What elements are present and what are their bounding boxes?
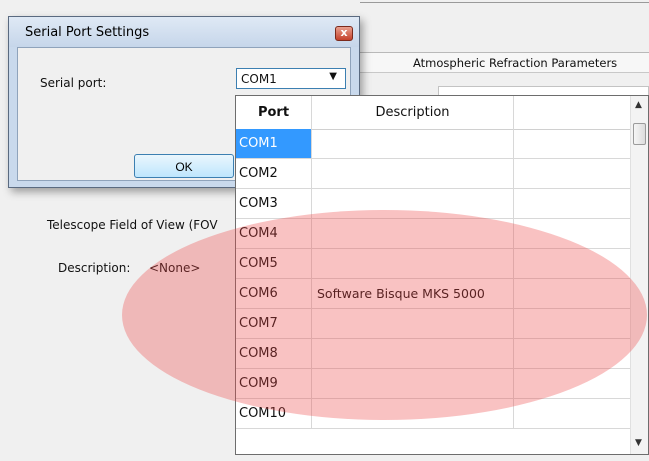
column-header-empty bbox=[514, 96, 630, 129]
column-header-port[interactable]: Port bbox=[236, 96, 312, 129]
port-cell: COM7 bbox=[236, 309, 312, 338]
empty-cell bbox=[514, 129, 630, 158]
list-item[interactable]: COM2 bbox=[236, 159, 630, 189]
port-cell: COM6 bbox=[236, 279, 312, 308]
port-cell: COM9 bbox=[236, 369, 312, 398]
description-cell: Software Bisque MKS 5000 bbox=[312, 279, 514, 308]
tab-label: Atmospheric Refraction Parameters bbox=[413, 56, 618, 70]
port-dropdown-list[interactable]: Port Description COM1 COM2 COM3 COM4 COM… bbox=[235, 95, 649, 455]
tab-panel-border bbox=[336, 72, 649, 73]
description-cell bbox=[312, 129, 514, 158]
port-cell: COM2 bbox=[236, 159, 312, 188]
list-item[interactable]: COM8 bbox=[236, 339, 630, 369]
empty-cell bbox=[514, 189, 630, 218]
scroll-up-icon[interactable]: ▲ bbox=[635, 100, 642, 110]
list-item[interactable]: COM4 bbox=[236, 219, 630, 249]
port-cell: COM1 bbox=[236, 129, 312, 158]
tab-atmospheric-refraction[interactable]: Atmospheric Refraction Parameters bbox=[336, 52, 649, 72]
close-icon: x bbox=[340, 26, 348, 39]
description-value: <None> bbox=[149, 261, 201, 275]
description-cell bbox=[312, 219, 514, 248]
description-cell bbox=[312, 249, 514, 278]
empty-cell bbox=[514, 339, 630, 368]
list-item[interactable]: COM10 bbox=[236, 399, 630, 429]
empty-cell bbox=[514, 249, 630, 278]
description-cell bbox=[312, 399, 514, 428]
fov-label: Telescope Field of View (FOV bbox=[47, 218, 218, 232]
list-item[interactable]: COM9 bbox=[236, 369, 630, 399]
list-item[interactable]: COM3 bbox=[236, 189, 630, 219]
list-rows: COM1 COM2 COM3 COM4 COM5 COM6 Software B… bbox=[236, 129, 630, 429]
empty-cell bbox=[514, 369, 630, 398]
empty-cell bbox=[514, 279, 630, 308]
close-button[interactable]: x bbox=[335, 26, 353, 41]
chevron-down-icon[interactable]: ▼ bbox=[329, 71, 337, 82]
port-cell: COM10 bbox=[236, 399, 312, 428]
ok-button[interactable]: OK bbox=[134, 154, 234, 178]
list-header: Port Description bbox=[236, 96, 630, 130]
column-header-description[interactable]: Description bbox=[312, 96, 514, 129]
description-cell bbox=[312, 309, 514, 338]
serial-port-label: Serial port: bbox=[40, 76, 107, 90]
empty-cell bbox=[514, 159, 630, 188]
scroll-thumb[interactable] bbox=[633, 123, 646, 145]
dialog-titlebar[interactable]: Serial Port Settings x bbox=[9, 17, 359, 47]
list-item[interactable]: COM5 bbox=[236, 249, 630, 279]
port-cell: COM5 bbox=[236, 249, 312, 278]
list-item[interactable]: COM6 Software Bisque MKS 5000 bbox=[236, 279, 630, 309]
description-cell bbox=[312, 189, 514, 218]
serial-port-combo[interactable]: COM1 ▼ bbox=[236, 68, 346, 89]
list-item[interactable]: COM7 bbox=[236, 309, 630, 339]
scroll-down-icon[interactable]: ▼ bbox=[635, 438, 642, 448]
description-cell bbox=[312, 159, 514, 188]
window-edge bbox=[360, 2, 649, 3]
port-cell: COM8 bbox=[236, 339, 312, 368]
description-cell bbox=[312, 369, 514, 398]
port-cell: COM3 bbox=[236, 189, 312, 218]
empty-cell bbox=[514, 399, 630, 428]
combo-value: COM1 bbox=[241, 72, 277, 86]
dialog-title: Serial Port Settings bbox=[25, 25, 150, 40]
port-cell: COM4 bbox=[236, 219, 312, 248]
description-cell bbox=[312, 339, 514, 368]
empty-cell bbox=[514, 219, 630, 248]
list-item[interactable]: COM1 bbox=[236, 129, 630, 159]
vertical-scrollbar[interactable]: ▲ ▼ bbox=[630, 96, 648, 454]
description-label: Description: bbox=[58, 261, 131, 275]
empty-cell bbox=[514, 309, 630, 338]
